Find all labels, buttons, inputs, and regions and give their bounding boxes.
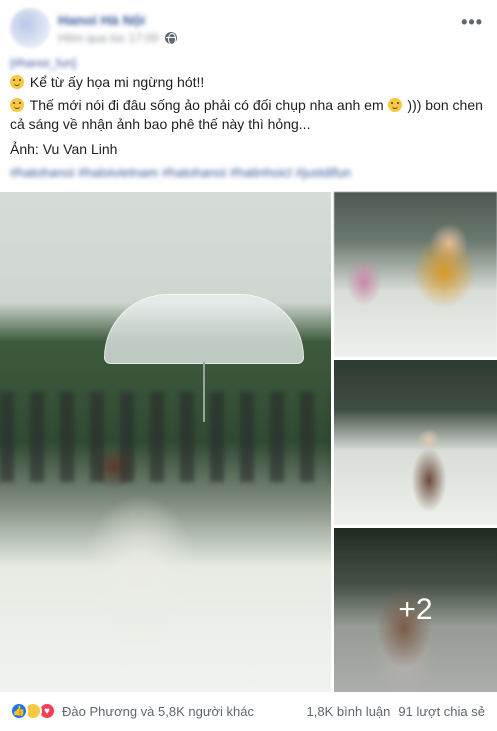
post-line-2: Thế mới nói đi đâu sống ảo phải có đối c… [10,96,490,134]
post-line-2a-text: Thế mới nói đi đâu sống ảo phải có đối c… [29,97,384,113]
smirk-emoji-icon [10,98,24,112]
post-tag[interactable]: [#hanoi_fun] [10,54,490,73]
post-stats: 1,8K bình luận 91 lượt chia sẻ [307,704,485,719]
post-line-1-text: Kể từ ấy họa mi ngừng hót!! [29,74,205,90]
reactions-text: Đào Phương và 5,8K người khác [62,703,255,719]
post-meta: Hôm qua lúc 17:00 [58,31,177,45]
photo-thumb-1[interactable] [334,192,497,357]
more-photos-count[interactable]: +2 [334,528,497,692]
photo-main[interactable] [0,192,331,692]
like-icon: 👍 [10,702,28,720]
globe-icon [164,32,177,45]
smile-emoji-icon [10,75,24,89]
photo-grid: +2 [0,192,497,692]
post-header: Hanoi Hà Nội Hôm qua lúc 17:00 ••• [0,0,497,60]
more-icon[interactable]: ••• [461,12,483,33]
reactions-summary[interactable]: 👍 ♥ Đào Phương và 5,8K người khác [10,702,254,720]
post-hashtags[interactable]: #hatohanoi #haloivietnam #hatohanoi #hat… [10,163,490,182]
comments-count[interactable]: 1,8K bình luận [307,704,391,719]
post-text: [#hanoi_fun] Kể từ ấy họa mi ngừng hót!!… [10,54,490,182]
post-footer: 👍 ♥ Đào Phương và 5,8K người khác 1,8K b… [0,698,497,728]
shares-count[interactable]: 91 lượt chia sẻ [398,704,485,719]
smile-emoji-icon [387,98,402,112]
post-timestamp[interactable]: Hôm qua lúc 17:00 [58,31,159,45]
page-avatar[interactable] [10,8,50,48]
crowd-shape [0,392,331,482]
page-name[interactable]: Hanoi Hà Nội [58,12,145,28]
umbrella-shape [104,294,304,364]
photo-thumb-2[interactable] [334,360,497,525]
photo-credit: Ảnh: Vu Van Linh [10,141,118,157]
photo-thumb-3[interactable]: +2 [334,528,497,692]
post-line-1: Kể từ ấy họa mi ngừng hót!! [10,73,490,92]
